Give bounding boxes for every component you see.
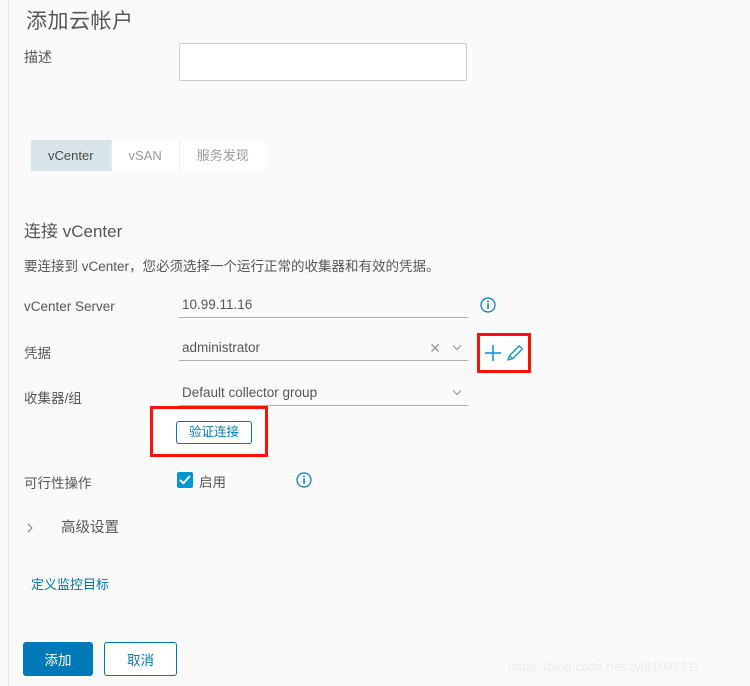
vcenter-server-info-icon[interactable] xyxy=(480,297,496,313)
chevron-right-icon xyxy=(24,521,36,533)
plus-icon[interactable] xyxy=(482,342,504,364)
credential-actions-highlight xyxy=(477,333,531,373)
account-type-tabs: vCenter vSAN 服务发现 xyxy=(31,140,266,171)
add-button[interactable]: 添加 xyxy=(23,642,93,676)
credential-select[interactable]: administrator ✕ xyxy=(179,339,468,361)
advanced-settings-label: 高级设置 xyxy=(61,520,119,536)
validate-connection-button[interactable]: 验证连接 xyxy=(176,421,252,444)
description-input[interactable] xyxy=(179,43,467,81)
collector-label: 收集器/组 xyxy=(24,391,82,406)
credential-label: 凭据 xyxy=(24,346,51,361)
pencil-icon[interactable] xyxy=(504,342,526,364)
actionable-checkbox[interactable] xyxy=(177,472,193,488)
actionable-label: 可行性操作 xyxy=(24,476,92,491)
left-divider xyxy=(8,0,9,686)
cancel-button[interactable]: 取消 xyxy=(104,642,177,676)
chevron-down-icon[interactable] xyxy=(450,385,464,399)
tab-vsan[interactable]: vSAN xyxy=(111,140,180,171)
chevron-down-icon[interactable] xyxy=(450,340,464,354)
tab-vcenter[interactable]: vCenter xyxy=(31,140,112,171)
advanced-settings-accordion[interactable]: 高级设置 xyxy=(24,516,119,537)
watermark: https://blog.csdn.net/zyj81092211 xyxy=(508,659,701,674)
description-label: 描述 xyxy=(24,49,52,65)
vcenter-server-label: vCenter Server xyxy=(24,299,115,314)
collector-value: Default collector group xyxy=(182,385,318,400)
define-monitoring-targets-link[interactable]: 定义监控目标 xyxy=(31,574,109,593)
collector-select[interactable]: Default collector group xyxy=(179,384,468,406)
section-description: 要连接到 vCenter，您必须选择一个运行正常的收集器和有效的凭据。 xyxy=(24,259,440,274)
page-title: 添加云帐户 xyxy=(26,10,134,33)
close-x-icon[interactable]: ✕ xyxy=(429,339,441,357)
credential-value: administrator xyxy=(182,340,261,355)
tab-service-discovery[interactable]: 服务发现 xyxy=(179,140,266,171)
section-title: 连接 vCenter xyxy=(24,222,123,241)
vcenter-server-input[interactable] xyxy=(179,296,468,318)
actionable-info-icon[interactable] xyxy=(296,472,312,488)
actionable-checkbox-label[interactable]: 启用 xyxy=(199,471,226,491)
add-cloud-account-dialog: 添加云帐户 描述 vCenter vSAN 服务发现 连接 vCenter 要连… xyxy=(0,0,750,686)
